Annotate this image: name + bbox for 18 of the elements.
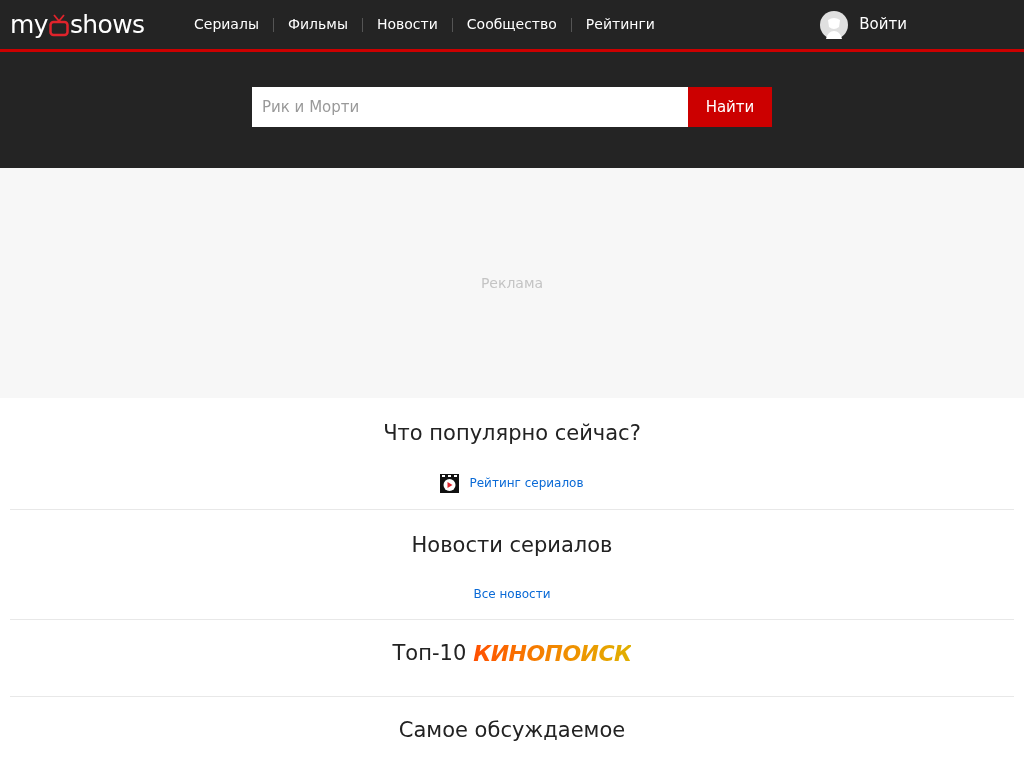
avatar-icon[interactable] [820, 10, 849, 39]
nav-link[interactable]: Сериалы [194, 14, 259, 35]
section-title: Новости сериалов [411, 531, 613, 559]
logo-text[interactable]: shows [69, 12, 145, 37]
nav-link[interactable]: Рейтинги [585, 14, 655, 35]
section-title: Что популярно сейчас? [383, 420, 641, 447]
nav-link[interactable]: Новости [376, 14, 438, 35]
search-field[interactable]: Рик и Морти [252, 87, 688, 127]
tv-icon[interactable] [48, 13, 69, 37]
search-button[interactable]: Найти [688, 87, 772, 127]
nav-link[interactable]: Сообщество [466, 14, 557, 35]
logo-text[interactable]: my [10, 12, 48, 37]
section-title: Топ-10 [392, 640, 467, 667]
section-link[interactable]: Все новости [473, 585, 551, 603]
section-link[interactable]: Рейтинг сериалов [469, 474, 584, 492]
login-link[interactable]: Войти [859, 13, 907, 36]
nav-link[interactable]: Фильмы [287, 14, 348, 35]
section-title: Самое обсуждаемое [398, 716, 626, 744]
